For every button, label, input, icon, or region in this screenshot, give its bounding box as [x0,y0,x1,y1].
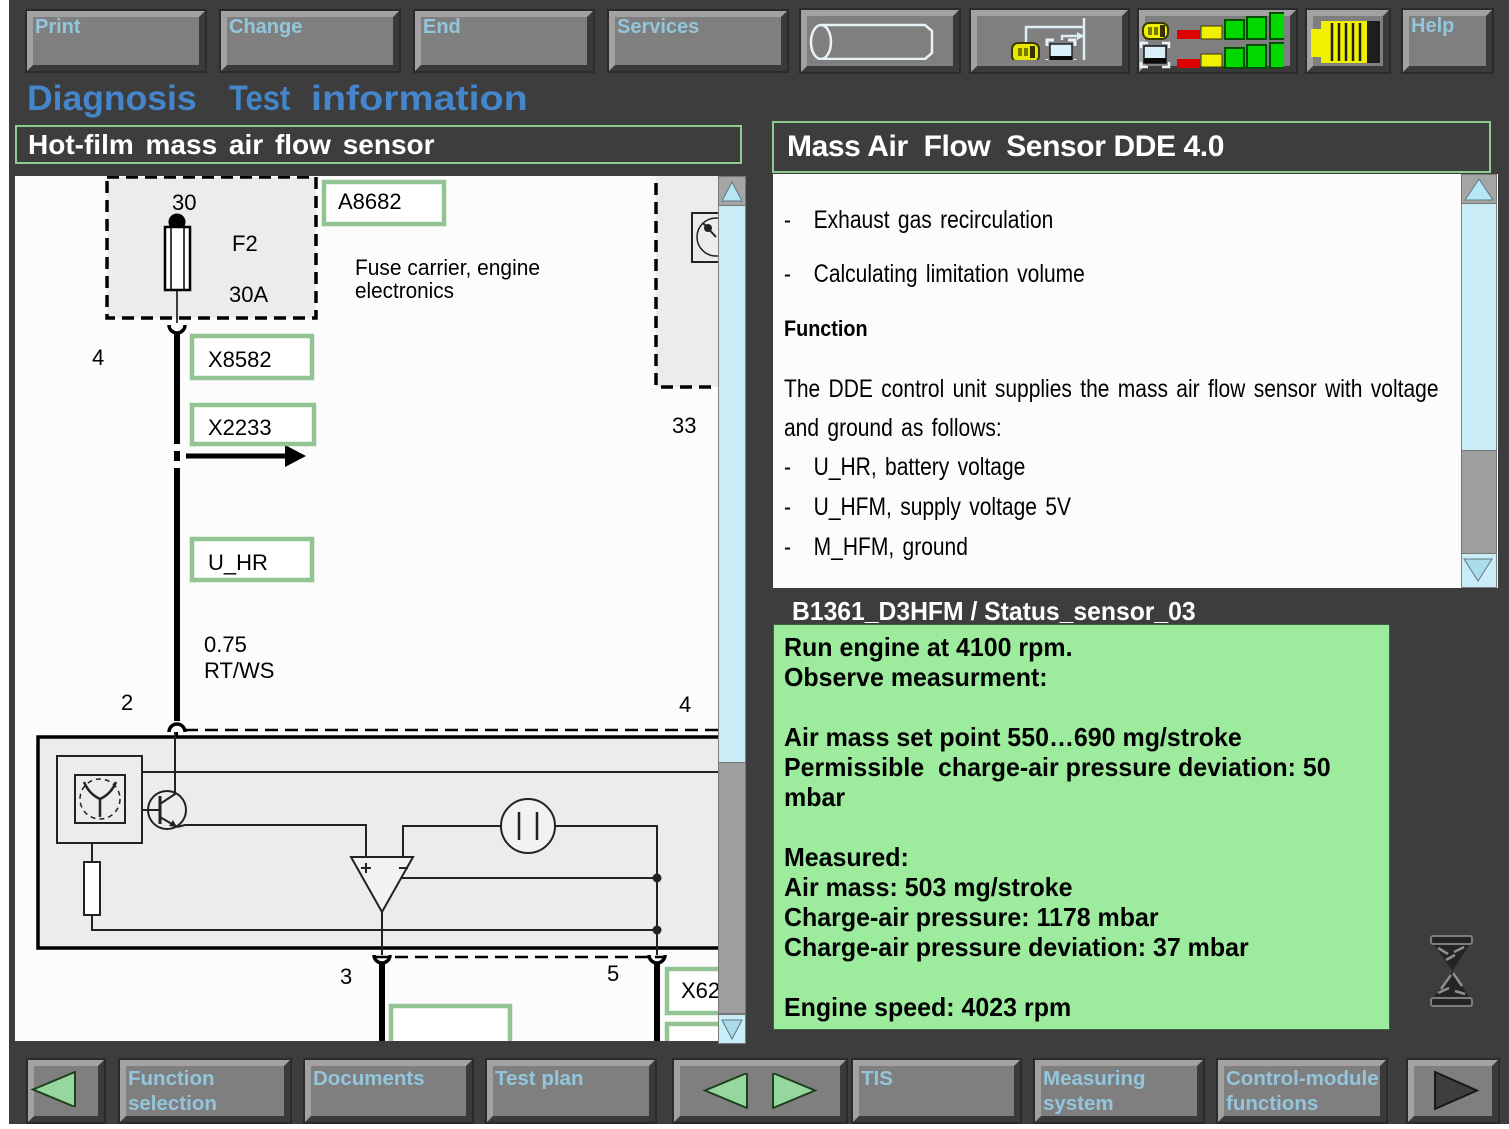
svg-text:X8582: X8582 [208,347,272,372]
svg-text:0.75: 0.75 [204,632,247,657]
svg-text:30A: 30A [229,282,268,307]
svg-text:F2: F2 [232,231,258,256]
svg-text:Fuse carrier, engine: Fuse carrier, engine [355,255,540,280]
svg-text:A8682: A8682 [338,189,402,214]
svg-text:4: 4 [679,692,691,717]
svg-text:electronics: electronics [355,278,454,303]
svg-text:5: 5 [607,961,619,986]
svg-text:4: 4 [92,345,104,370]
svg-text:X2233: X2233 [208,415,272,440]
svg-text:33: 33 [672,413,696,438]
svg-text:3: 3 [340,964,352,989]
svg-text:X62: X62 [681,978,718,1003]
svg-text:U_HR: U_HR [208,550,268,575]
svg-text:30: 30 [172,190,196,215]
svg-text:RT/WS: RT/WS [204,658,274,683]
svg-text:2: 2 [121,690,133,715]
